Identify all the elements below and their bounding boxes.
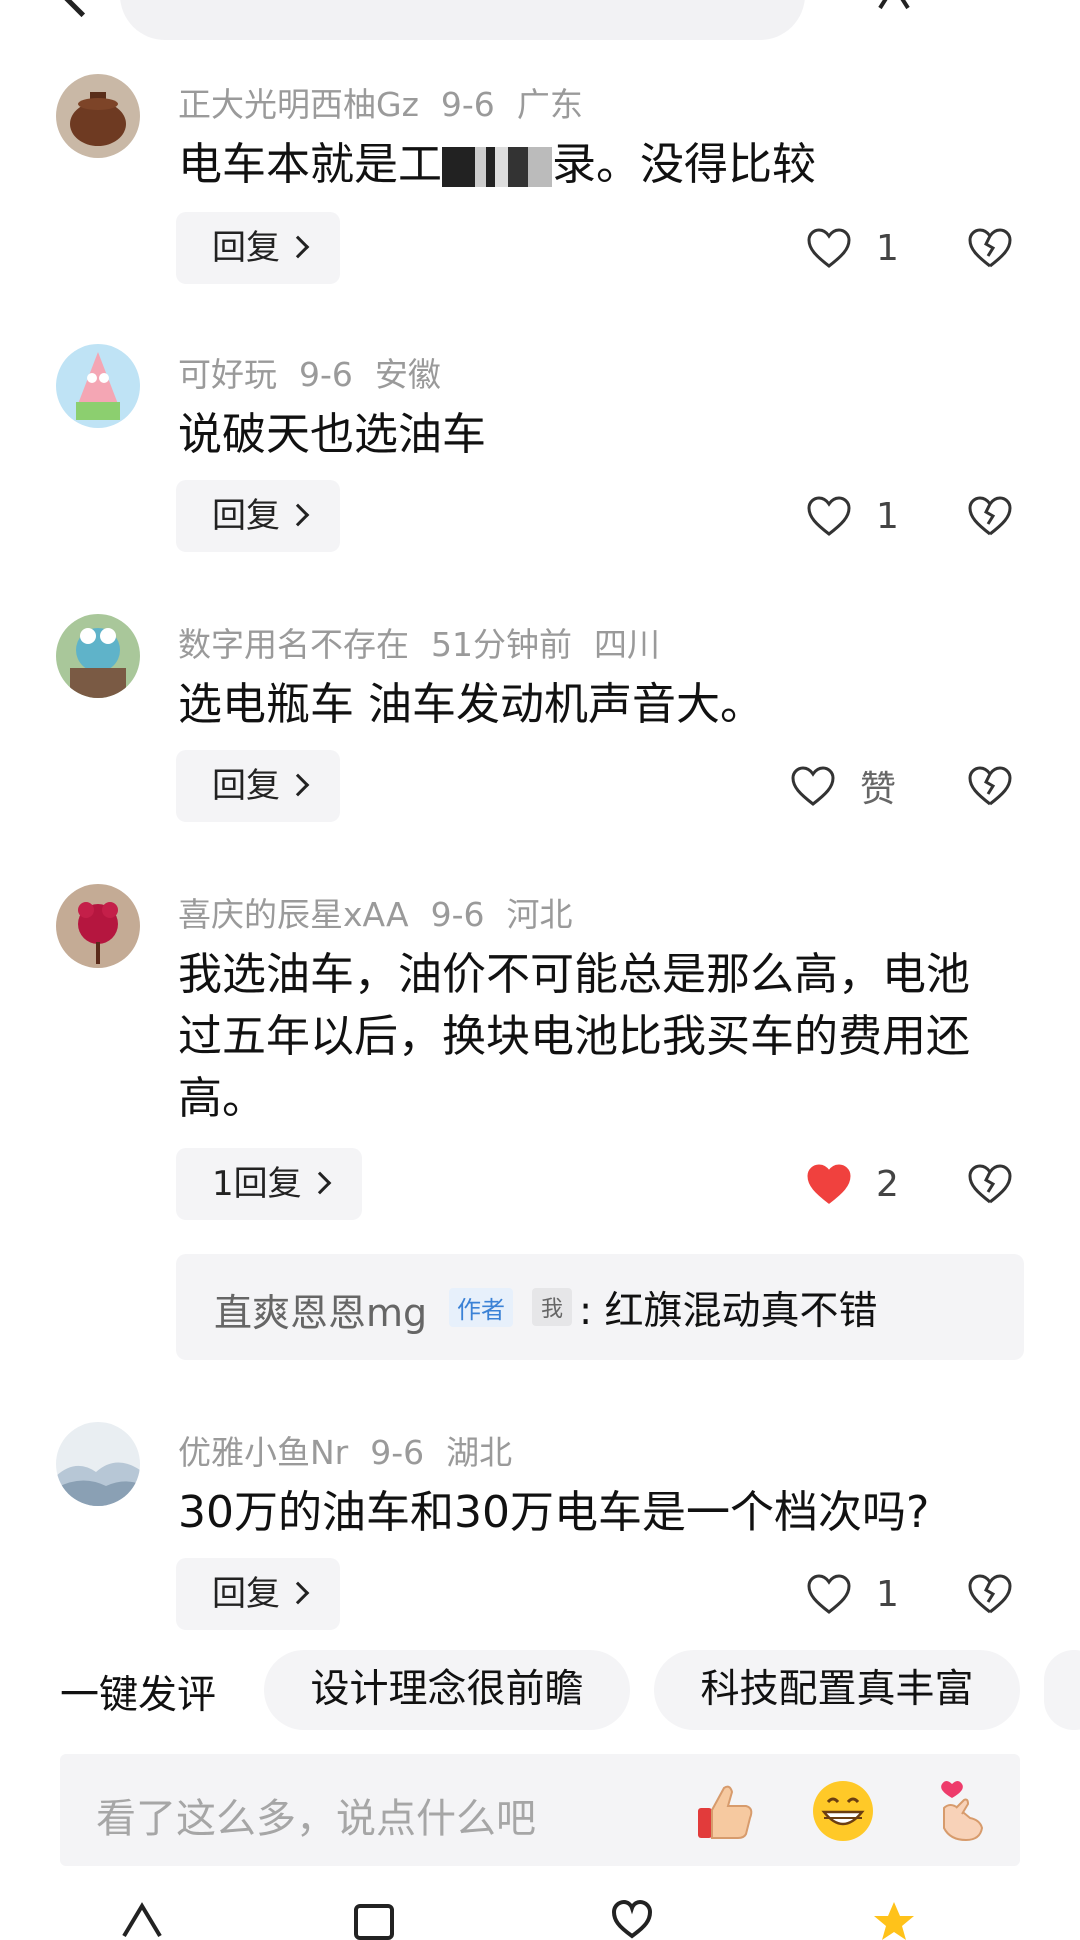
chevron-right-icon (286, 1581, 310, 1605)
comment-date: 9-6 (370, 1433, 425, 1472)
comment-date: 9-6 (299, 355, 353, 394)
reply-label: 回复 (212, 228, 280, 268)
censored-mosaic (442, 147, 552, 187)
avatar[interactable] (56, 74, 140, 158)
chevron-right-icon (286, 503, 310, 527)
reply-button[interactable]: 回复 (176, 480, 340, 552)
comment-date: 51分钟前 (431, 625, 572, 664)
bottom-action-bar (0, 1900, 1080, 1940)
comment-region: 安徽 (374, 355, 441, 394)
comment-text: 30万的油车和30万电车是一个档次吗? (178, 1487, 930, 1538)
avatar[interactable] (56, 884, 140, 968)
like-button[interactable]: 1 (806, 480, 899, 552)
broken-heart-icon[interactable] (966, 764, 1014, 808)
comment-meta: 可好玩 9-6 安徽 (178, 348, 463, 396)
like-button[interactable]: 2 (806, 1148, 899, 1220)
like-button[interactable]: 1 (806, 212, 899, 284)
share-icon[interactable] (876, 0, 912, 10)
like-count: 1 (876, 1573, 899, 1615)
heart-icon (807, 228, 851, 268)
username[interactable]: 可好玩 (178, 355, 277, 394)
share-arrow-icon[interactable] (120, 1900, 164, 1940)
broken-heart-icon[interactable] (966, 1162, 1014, 1206)
sub-reply-text: : 红旗混动真不错 (579, 1289, 878, 1334)
comment-meta: 数字用名不存在 51分钟前 四川 (178, 618, 682, 666)
back-arrow-icon[interactable] (53, 0, 110, 18)
comment-text: 我选油车，油价不可能总是那么高，电池过五年以后，换块电池比我买车的费用还高。 (178, 949, 970, 1124)
chevron-right-icon (308, 1171, 331, 1195)
sub-reply-username[interactable]: 直爽恩恩mg (214, 1282, 427, 1337)
like-icon[interactable] (610, 1900, 654, 1940)
reply-label: 回复 (212, 766, 280, 806)
heart-icon (807, 1574, 851, 1614)
heart-icon (807, 496, 851, 536)
reply-label: 回复 (212, 496, 280, 536)
comment-date: 9-6 (430, 895, 485, 934)
reply-label: 1回复 (212, 1164, 302, 1204)
grin-emoji[interactable] (810, 1778, 876, 1844)
comment-input-placeholder: 看了这么多，说点什么吧 (96, 1796, 536, 1842)
sub-reply[interactable]: 直爽恩恩mg 作者 我 : 红旗混动真不错 (176, 1254, 1024, 1360)
comment-meta: 优雅小鱼Nr 9-6 湖北 (178, 1426, 534, 1474)
reply-button[interactable]: 回复 (176, 212, 340, 284)
broken-heart-icon[interactable] (966, 226, 1014, 270)
comment-meta: 喜庆的辰星xAA 9-6 河北 (178, 888, 595, 936)
chevron-right-icon (286, 235, 310, 259)
reply-button[interactable]: 回复 (176, 750, 340, 822)
like-count: 1 (876, 495, 899, 537)
comment-icon[interactable] (352, 1900, 396, 1940)
heart-filled-icon (807, 1164, 851, 1204)
comment-text-part: 电车本就是工 (178, 139, 442, 190)
comment-region: 四川 (594, 625, 660, 664)
avatar[interactable] (56, 1422, 140, 1506)
like-count: 赞 (860, 769, 897, 810)
avatar[interactable] (56, 614, 140, 698)
comment-text: 说破天也选油车 (178, 409, 486, 460)
like-count: 1 (876, 227, 899, 269)
like-button[interactable]: 1 (806, 1558, 899, 1630)
quick-comment-chip-partial[interactable] (1044, 1650, 1080, 1730)
quick-comment-chip[interactable]: 科技配置真丰富 (654, 1650, 1020, 1730)
comment-text: 选电瓶车 油车发动机声音大。 (178, 679, 764, 730)
comment-text: 电车本就是工 录。没得比较 (178, 134, 1008, 196)
chevron-right-icon (286, 773, 310, 797)
username[interactable]: 喜庆的辰星xAA (178, 895, 409, 934)
me-badge: 我 (532, 1288, 573, 1326)
comment-text-part: 录。没得比较 (552, 139, 816, 190)
top-bar (0, 0, 1080, 40)
reply-button[interactable]: 回复 (176, 1558, 340, 1630)
username[interactable]: 正大光明西柚Gz (178, 85, 419, 124)
comment-date: 9-6 (440, 85, 495, 124)
like-button[interactable]: 赞 (790, 750, 896, 822)
author-badge: 作者 (449, 1288, 513, 1327)
reply-button[interactable]: 1回复 (176, 1148, 362, 1220)
comment-meta: 正大光明西柚Gz 9-6 广东 (178, 78, 605, 126)
search-box[interactable] (120, 0, 805, 40)
star-icon[interactable] (872, 1900, 916, 1940)
heart-icon (791, 766, 835, 806)
broken-heart-icon[interactable] (966, 494, 1014, 538)
thumbs-up-emoji[interactable] (692, 1778, 758, 1844)
broken-heart-icon[interactable] (966, 1572, 1014, 1616)
username[interactable]: 数字用名不存在 (178, 625, 409, 664)
reply-label: 回复 (212, 1574, 280, 1614)
comment-region: 广东 (516, 85, 583, 124)
comment-input[interactable]: 看了这么多，说点什么吧 (60, 1754, 1020, 1866)
comment-region: 河北 (506, 895, 573, 934)
comment-region: 湖北 (446, 1433, 513, 1472)
finger-heart-emoji[interactable] (930, 1778, 996, 1844)
quick-comment-label: 一键发评 (60, 1673, 217, 1718)
quick-comment-chip[interactable]: 设计理念很前瞻 (264, 1650, 630, 1730)
avatar[interactable] (56, 344, 140, 428)
username[interactable]: 优雅小鱼Nr (178, 1433, 348, 1472)
like-count: 2 (876, 1163, 899, 1205)
quick-comment-bar: 一键发评 设计理念很前瞻 科技配置真丰富 (0, 1648, 1080, 1732)
